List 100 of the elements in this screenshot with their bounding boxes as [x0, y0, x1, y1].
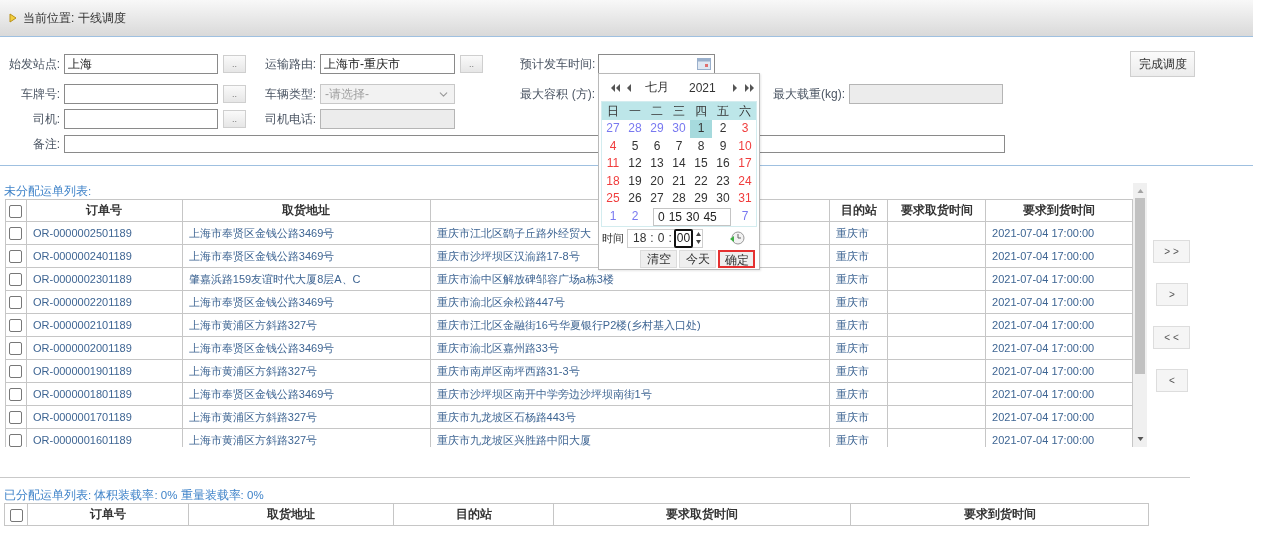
move-button[interactable]: > > [1153, 240, 1190, 263]
calendar-day[interactable]: 28 [624, 120, 646, 138]
calendar-icon[interactable] [697, 58, 711, 70]
weekday-label: 二 [650, 103, 664, 120]
route-field[interactable]: 上海市-重庆市 [320, 54, 455, 74]
calendar-day[interactable]: 18 [602, 172, 624, 191]
move-button[interactable]: < [1156, 369, 1188, 392]
scrollbar-thumb[interactable] [1135, 198, 1145, 374]
checkbox[interactable] [9, 296, 23, 310]
calendar-day[interactable]: 27 [602, 120, 624, 138]
move-button[interactable]: > [1156, 283, 1188, 306]
calendar-button[interactable]: 确定 [718, 249, 755, 268]
checkbox[interactable] [9, 250, 23, 264]
calendar-day[interactable]: 13 [646, 155, 668, 173]
weekday-label: 日 [606, 103, 620, 120]
weekday-label: 三 [672, 103, 686, 120]
calendar-day[interactable]: 30 [668, 120, 690, 138]
checkbox[interactable] [9, 434, 23, 447]
calendar-day[interactable]: 25 [602, 190, 624, 208]
checkbox[interactable] [9, 319, 23, 333]
calendar-day[interactable]: 5 [624, 137, 646, 156]
table-cell: OR-0000002001189 [26, 336, 183, 360]
calendar-day[interactable]: 19 [624, 172, 646, 191]
minute-option[interactable]: 15 [668, 209, 683, 224]
double-right-arrow-icon[interactable] [745, 82, 754, 93]
calendar-day[interactable]: 8 [690, 137, 712, 156]
section-title: 未分配运单列表: [4, 184, 92, 199]
column-header: 目的站 [393, 503, 554, 526]
calendar-day[interactable]: 16 [712, 155, 734, 173]
checkbox[interactable] [9, 273, 23, 287]
calendar-day[interactable]: 24 [734, 172, 756, 191]
calendar-day[interactable]: 21 [668, 172, 690, 191]
calendar-day[interactable]: 17 [734, 155, 756, 173]
finish-button[interactable]: 完成调度 [1130, 51, 1195, 77]
spinner-arrows-icon[interactable] [695, 230, 703, 247]
scroll-down-icon[interactable] [1136, 436, 1144, 442]
clock-icon[interactable] [729, 230, 746, 247]
minute-option[interactable]: 45 [703, 209, 717, 224]
calendar-day[interactable]: 26 [624, 190, 646, 208]
move-button[interactable]: < < [1153, 326, 1190, 349]
calendar-day[interactable]: 29 [646, 120, 668, 138]
lookup-button[interactable]: .. [223, 55, 246, 73]
lookup-button[interactable]: .. [460, 55, 483, 73]
minute-option[interactable]: 0 [658, 209, 665, 224]
plate-field[interactable] [64, 84, 218, 104]
checkbox[interactable] [9, 204, 23, 218]
minute-option[interactable]: 30 [686, 209, 700, 224]
double-left-arrow-icon[interactable] [611, 82, 620, 93]
month-label[interactable]: 七月 [645, 79, 669, 96]
calendar-day[interactable]: 30 [712, 190, 734, 208]
origin-field[interactable]: 上海 [64, 54, 218, 74]
table-cell: 上海市黄浦区方斜路327号 [182, 405, 431, 429]
table-cell: 肇嘉浜路159友谊时代大厦8层A、C [182, 267, 431, 291]
lookup-button[interactable]: .. [223, 110, 246, 128]
calendar-day[interactable]: 7 [668, 137, 690, 156]
table-cell: 重庆市渝北区余松路447号 [430, 290, 830, 314]
calendar-day[interactable]: 11 [602, 155, 624, 173]
calendar-day[interactable]: 31 [734, 190, 756, 208]
calendar-button[interactable]: 今天 [679, 249, 716, 268]
calendar-day[interactable]: 27 [646, 190, 668, 208]
time-field[interactable]: 18 : 0 : 00 [627, 228, 704, 248]
calendar-day[interactable]: 28 [668, 190, 690, 208]
date-field[interactable] [598, 54, 715, 74]
column-header: 订单号 [26, 199, 183, 222]
calendar-button[interactable]: 清空 [640, 249, 677, 268]
checkbox[interactable] [9, 365, 23, 379]
column-header: 目的站 [829, 199, 888, 222]
table-cell: 上海市黄浦区方斜路327号 [182, 359, 431, 383]
calendar-day[interactable]: 29 [690, 190, 712, 208]
lookup-button[interactable]: .. [223, 85, 246, 103]
scrollbar[interactable] [1133, 183, 1147, 447]
calendar-day[interactable]: 1 [690, 120, 712, 138]
field-label: 预计发车时间: [520, 55, 597, 73]
calendar-day[interactable]: 12 [624, 155, 646, 173]
checkbox[interactable] [9, 388, 23, 402]
calendar-day[interactable]: 6 [646, 137, 668, 156]
field-label: 备注: [32, 135, 61, 153]
checkbox[interactable] [9, 342, 23, 356]
table-cell: OR-0000002401189 [26, 244, 183, 268]
table-cell: OR-0000001701189 [26, 405, 183, 429]
calendar-day[interactable]: 23 [712, 172, 734, 191]
left-arrow-icon[interactable] [627, 82, 632, 93]
checkbox[interactable] [9, 411, 23, 425]
column-header: 取货地址 [182, 199, 431, 222]
year-label[interactable]: 2021 [689, 80, 716, 95]
calendar-day[interactable]: 15 [690, 155, 712, 173]
column-header: 取货地址 [188, 503, 394, 526]
right-arrow-icon[interactable] [733, 82, 738, 93]
calendar-day[interactable]: 10 [734, 137, 756, 156]
checkbox[interactable] [9, 227, 23, 241]
calendar-day[interactable]: 22 [690, 172, 712, 191]
checkbox[interactable] [9, 508, 23, 522]
calendar-day[interactable]: 14 [668, 155, 690, 173]
calendar-day[interactable]: 3 [734, 120, 756, 138]
calendar-day[interactable]: 2 [712, 120, 734, 138]
calendar-day[interactable]: 4 [602, 137, 624, 156]
driver-field[interactable] [64, 109, 218, 129]
calendar-day[interactable]: 9 [712, 137, 734, 156]
table-cell: 2021-07-04 17:00:00 [985, 336, 1133, 360]
calendar-day[interactable]: 20 [646, 172, 668, 191]
